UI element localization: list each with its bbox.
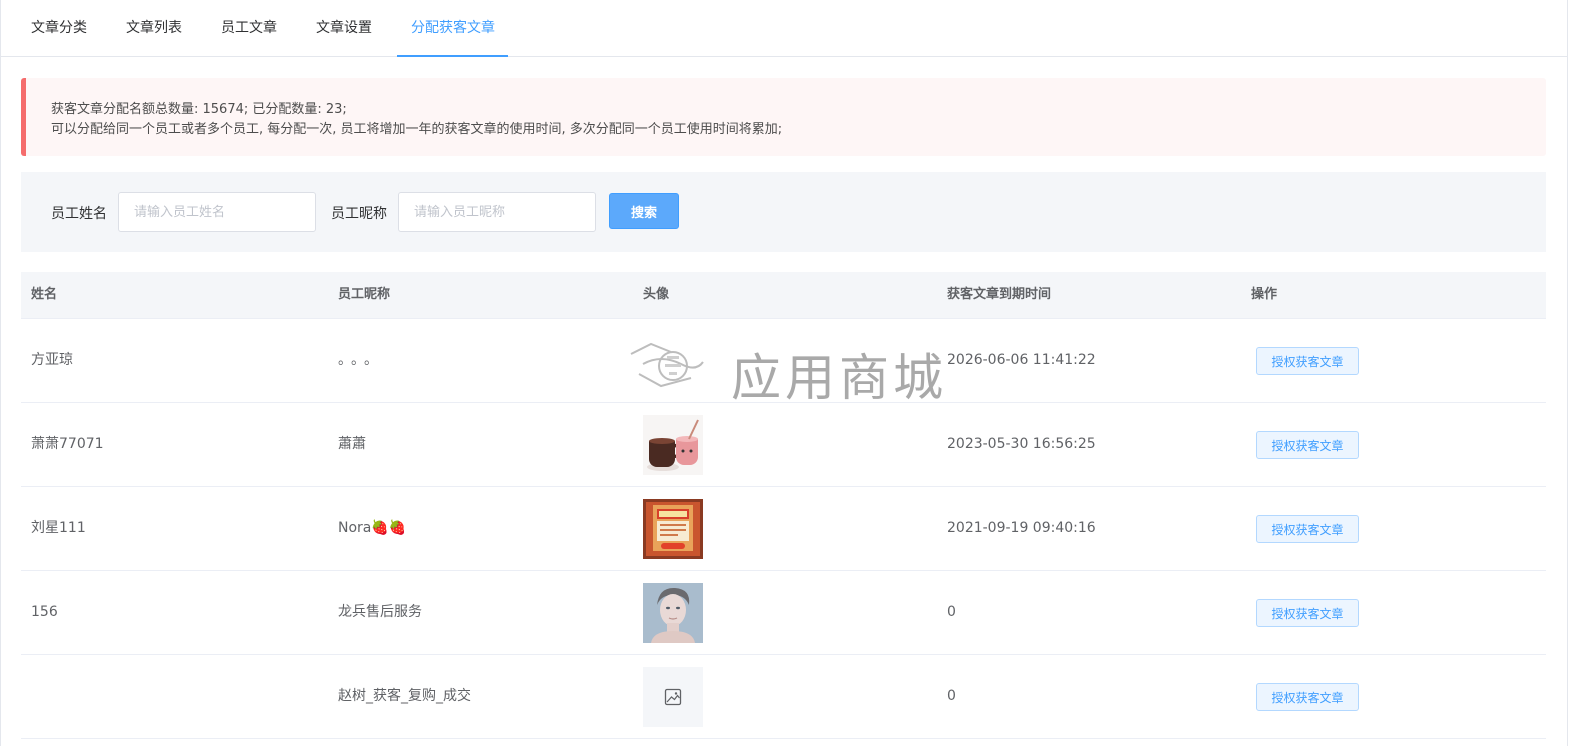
employee-nickname: Nora🍓🍓 [338, 520, 407, 536]
employee-nickname-input[interactable] [398, 192, 596, 232]
column-header-avatar: 头像 [643, 287, 670, 302]
employee-name-input[interactable] [118, 192, 316, 232]
table-row: 刘星111 Nora🍓🍓 2021-09-19 09:40:16 授权获客文章 [21, 487, 1546, 571]
authorize-article-button[interactable]: 授权获客文章 [1256, 431, 1359, 459]
cups-photo-avatar [643, 415, 703, 475]
column-header-name: 姓名 [31, 287, 58, 302]
active-tab-indicator [397, 55, 508, 57]
expire-time: 2026-06-06 11:41:22 [947, 352, 1096, 368]
main-panel: 文章分类 文章列表 员工文章 文章设置 分配获客文章 获客文章分配名额总数量: … [0, 0, 1568, 746]
table-row: 方亚琼 。。。 2026-06-06 11:41:22 授权获客文章 [21, 319, 1546, 403]
quota-alert: 获客文章分配名额总数量: 15674; 已分配数量: 23; 可以分配给同一个员… [21, 78, 1546, 156]
column-header-actions: 操作 [1251, 287, 1278, 302]
search-form: 员工姓名 员工昵称 搜索 [21, 172, 1546, 252]
employee-name: 156 [31, 604, 58, 620]
employee-nickname: 蕭蕭 [338, 436, 366, 452]
employee-name: 刘星111 [31, 520, 86, 536]
table-row: 萧萧77071 蕭蕭 2023-05-30 16:56:25 授权获客文章 [21, 403, 1546, 487]
tab-employee-articles[interactable]: 员工文章 [221, 0, 277, 57]
promo-poster-avatar [643, 499, 703, 559]
image-placeholder-icon [664, 688, 682, 706]
column-header-expire-time: 获客文章到期时间 [947, 287, 1052, 302]
authorize-article-button[interactable]: 授权获客文章 [1256, 515, 1359, 543]
portrait-photo-avatar [643, 583, 703, 643]
employee-nickname: 。。。 [338, 352, 384, 368]
blank-avatar [643, 331, 703, 391]
tab-bar: 文章分类 文章列表 员工文章 文章设置 分配获客文章 [1, 0, 1568, 57]
expire-time: 2023-05-30 16:56:25 [947, 436, 1096, 452]
authorize-article-button[interactable]: 授权获客文章 [1256, 347, 1359, 375]
employee-name-label: 员工姓名 [51, 206, 107, 222]
image-placeholder [643, 667, 703, 727]
quota-summary-text: 获客文章分配名额总数量: 15674; 已分配数量: 23; [51, 102, 347, 117]
page-scrollbar[interactable] [1568, 0, 1587, 746]
expire-time: 0 [947, 604, 956, 620]
employee-nickname-label: 员工昵称 [331, 206, 387, 222]
tab-article-list[interactable]: 文章列表 [126, 0, 182, 57]
employee-table: 姓名 员工昵称 头像 获客文章到期时间 操作 方亚琼 。。。 2026-06-0… [21, 272, 1546, 739]
expire-time: 0 [947, 688, 956, 704]
expire-time: 2021-09-19 09:40:16 [947, 520, 1096, 536]
search-button[interactable]: 搜索 [609, 193, 679, 229]
table-header: 姓名 员工昵称 头像 获客文章到期时间 操作 [21, 272, 1546, 319]
quota-rules-text: 可以分配给同一个员工或者多个员工, 每分配一次, 员工将增加一年的获客文章的使用… [51, 122, 783, 137]
table-row: 赵树_获客_复购_成交 0 授权获客文章 [21, 655, 1546, 739]
authorize-article-button[interactable]: 授权获客文章 [1256, 683, 1359, 711]
tab-article-category[interactable]: 文章分类 [31, 0, 87, 57]
column-header-nickname: 员工昵称 [338, 287, 391, 302]
employee-nickname: 龙兵售后服务 [338, 604, 422, 620]
employee-name: 萧萧77071 [31, 436, 104, 452]
table-row: 156 龙兵售后服务 0 授权获客文章 [21, 571, 1546, 655]
authorize-article-button[interactable]: 授权获客文章 [1256, 599, 1359, 627]
employee-nickname: 赵树_获客_复购_成交 [338, 688, 471, 704]
tab-assign-lead-articles[interactable]: 分配获客文章 [411, 0, 495, 57]
employee-name: 方亚琼 [31, 352, 73, 368]
tab-article-settings[interactable]: 文章设置 [316, 0, 372, 57]
